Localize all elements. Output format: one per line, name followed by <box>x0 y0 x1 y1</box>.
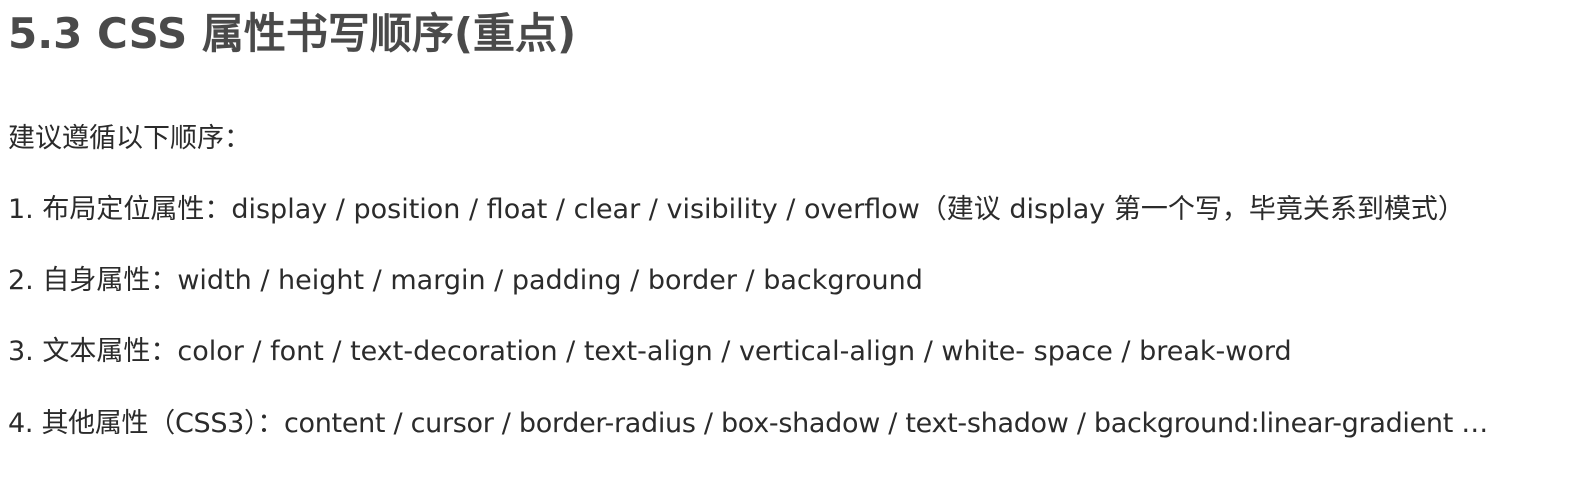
list-item-self-properties: 2. 自身属性：width / height / margin / paddin… <box>8 265 923 296</box>
section-heading: 5.3 CSS 属性书写顺序(重点) <box>8 9 577 58</box>
document-page: 5.3 CSS 属性书写顺序(重点) 建议遵循以下顺序： 1. 布局定位属性：d… <box>8 0 1567 488</box>
list-item-text-properties: 3. 文本属性：color / font / text-decoration /… <box>8 336 1292 367</box>
list-item-layout-properties: 1. 布局定位属性：display / position / float / c… <box>8 194 1465 225</box>
list-item-other-properties: 4. 其他属性（CSS3）：content / cursor / border-… <box>8 408 1488 439</box>
intro-text: 建议遵循以下顺序： <box>8 123 251 154</box>
